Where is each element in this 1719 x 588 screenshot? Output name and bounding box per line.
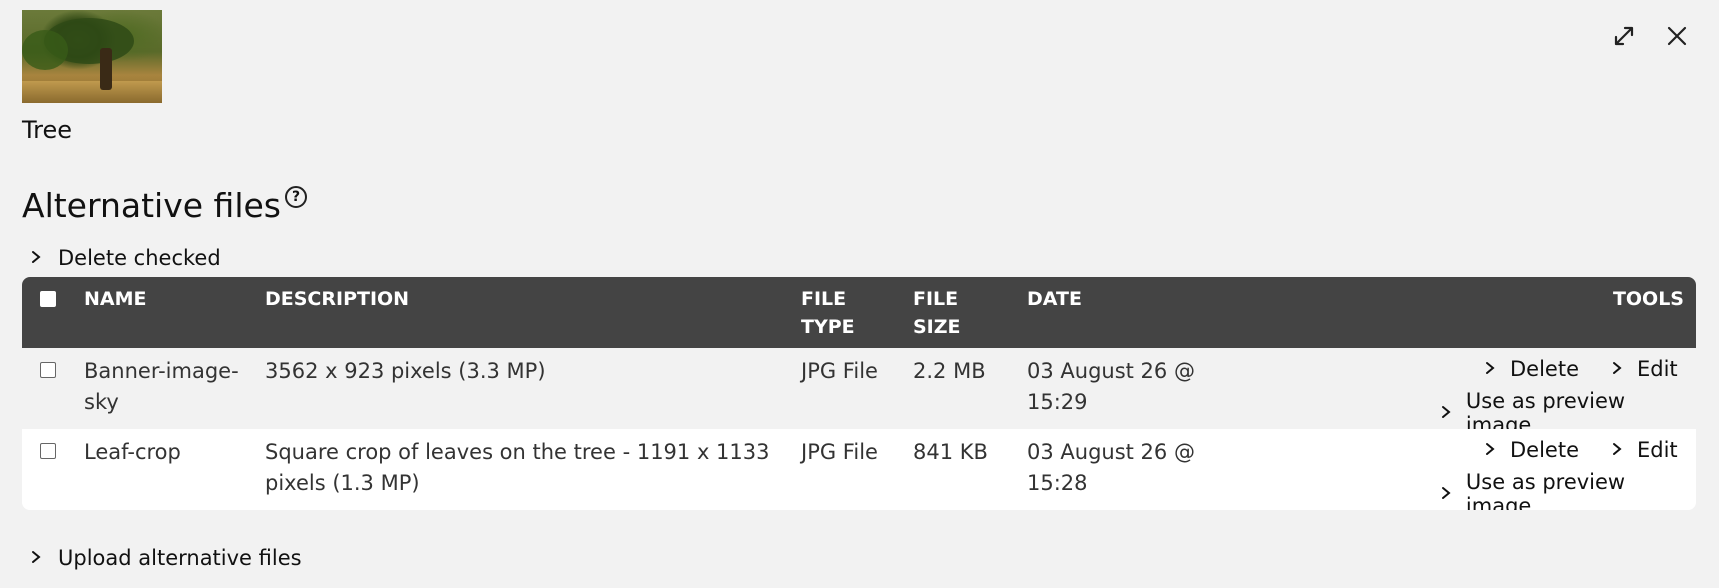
delete-checked-label: Delete checked <box>58 246 221 270</box>
row-description: Square crop of leaves on the tree - 1191… <box>265 437 770 499</box>
chevron-right-icon <box>30 248 48 269</box>
section-heading: Alternative files ? <box>22 186 307 225</box>
row-name-line1: Banner-image- <box>84 359 239 383</box>
header-name[interactable]: NAME <box>84 285 147 313</box>
edit-link[interactable]: Edit <box>1611 438 1678 462</box>
thumbnail-grass <box>22 81 162 103</box>
expand-icon <box>1614 26 1634 46</box>
chevron-right-icon <box>30 548 48 569</box>
edit-link[interactable]: Edit <box>1611 357 1678 381</box>
row-name: Leaf-crop <box>84 437 181 468</box>
edit-label: Edit <box>1637 357 1678 381</box>
row-file-size: 841 KB <box>913 440 988 464</box>
header-file-size-line1: FILE <box>913 288 959 310</box>
header-date[interactable]: DATE <box>1027 285 1082 313</box>
row-name: Banner-image- sky <box>84 356 239 418</box>
help-icon[interactable]: ? <box>285 186 307 208</box>
row-checkbox[interactable] <box>40 362 56 378</box>
delete-label: Delete <box>1510 357 1579 381</box>
row-file-type: JPG File <box>801 359 878 383</box>
row-description-line2: pixels (1.3 MP) <box>265 471 420 495</box>
row-checkbox[interactable] <box>40 443 56 459</box>
row-name-line2: sky <box>84 390 119 414</box>
section-heading-text: Alternative files <box>22 186 281 225</box>
row-file-type: JPG File <box>801 440 878 464</box>
header-file-size-line2: SIZE <box>913 316 961 338</box>
table-row: Leaf-crop Square crop of leaves on the t… <box>22 429 1696 510</box>
chevron-right-icon <box>1440 484 1454 505</box>
thumbnail-trunk <box>100 48 112 90</box>
asset-title: Tree <box>22 116 73 144</box>
delete-link[interactable]: Delete <box>1484 438 1579 462</box>
table-row: Banner-image- sky 3562 x 923 pixels (3.3… <box>22 348 1696 437</box>
chevron-right-icon <box>1484 359 1498 380</box>
header-file-size[interactable]: FILE SIZE <box>913 285 961 341</box>
edit-label: Edit <box>1637 438 1678 462</box>
row-file-size: 2.2 MB <box>913 359 986 383</box>
alternative-files-table: NAME DESCRIPTION FILE TYPE FILE SIZE DAT… <box>22 277 1696 510</box>
header-file-type-line1: FILE <box>801 288 847 310</box>
chevron-right-icon <box>1611 440 1625 461</box>
row-date-line1: 03 August 26 @ <box>1027 359 1195 383</box>
row-description: 3562 x 923 pixels (3.3 MP) <box>265 356 546 387</box>
row-description-line1: 3562 x 923 pixels (3.3 MP) <box>265 359 546 383</box>
header-file-type[interactable]: FILE TYPE <box>801 285 855 341</box>
close-icon <box>1667 26 1687 46</box>
select-all-checkbox[interactable] <box>40 291 56 307</box>
header-tools: TOOLS <box>1612 288 1684 310</box>
row-date-line2: 15:28 <box>1027 471 1088 495</box>
use-as-preview-label: Use as preview image <box>1465 470 1626 510</box>
upload-alternative-files-label: Upload alternative files <box>58 546 302 570</box>
chevron-right-icon <box>1484 440 1498 461</box>
close-button[interactable] <box>1661 20 1693 52</box>
header-file-type-line2: TYPE <box>801 316 855 338</box>
asset-thumbnail <box>22 10 162 103</box>
row-name-line1: Leaf-crop <box>84 440 181 464</box>
thumbnail-foliage-left <box>22 30 68 70</box>
table-header: NAME DESCRIPTION FILE TYPE FILE SIZE DAT… <box>22 277 1696 348</box>
chevron-right-icon <box>1440 403 1454 424</box>
row-description-line1: Square crop of leaves on the tree - 1191… <box>265 440 770 464</box>
row-date: 03 August 26 @ 15:29 <box>1027 356 1195 418</box>
row-date-line2: 15:29 <box>1027 390 1088 414</box>
delete-label: Delete <box>1510 438 1579 462</box>
row-date: 03 August 26 @ 15:28 <box>1027 437 1195 499</box>
row-date-line1: 03 August 26 @ <box>1027 440 1195 464</box>
header-description[interactable]: DESCRIPTION <box>265 285 409 313</box>
use-as-preview-link[interactable]: Use as preview image <box>1440 470 1696 510</box>
chevron-right-icon <box>1611 359 1625 380</box>
delete-checked-link[interactable]: Delete checked <box>30 246 221 270</box>
delete-link[interactable]: Delete <box>1484 357 1579 381</box>
fullscreen-button[interactable] <box>1608 20 1640 52</box>
upload-alternative-files-link[interactable]: Upload alternative files <box>30 546 302 570</box>
